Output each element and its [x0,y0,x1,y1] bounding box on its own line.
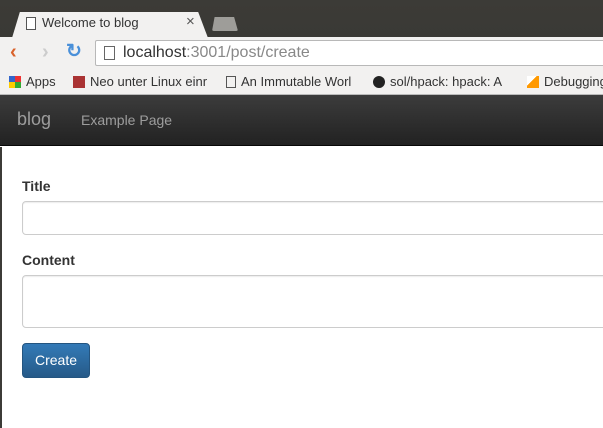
page-icon [226,75,236,88]
create-button[interactable]: Create [22,343,90,378]
bookmark-label: sol/hpack: hpack: A [390,74,503,89]
back-button[interactable]: ‹ [10,41,17,64]
page-icon [104,46,115,60]
bookmark-neo[interactable]: Neo unter Linux einr [73,74,212,89]
site-navbar: blog Example Page [0,95,603,146]
forward-button[interactable]: › [42,41,49,64]
content-textarea[interactable] [22,275,603,328]
close-tab-icon[interactable]: × [186,13,195,30]
url-text: localhost:3001/post/create [123,44,310,62]
content-label: Content [22,252,75,268]
apps-grid-icon [9,75,21,88]
post-form: Title Content Create [0,147,603,428]
url-path: :3001/post/create [186,44,310,61]
debug-icon [527,75,539,88]
brand-link[interactable]: blog [17,109,51,130]
tab-title: Welcome to blog [42,15,139,30]
bookmarks-bar: Apps Neo unter Linux einr An Immutable W… [0,69,603,95]
title-label: Title [22,178,51,194]
neo-icon [73,75,85,88]
page-icon [26,17,36,30]
nav-link-example-page[interactable]: Example Page [81,112,172,128]
github-icon [373,75,385,88]
reload-button[interactable]: ↻ [66,40,82,63]
bookmark-hpack[interactable]: sol/hpack: hpack: A [373,74,505,89]
bookmark-debugging[interactable]: Debugging [527,74,603,89]
title-input[interactable] [22,201,603,235]
new-tab-button[interactable] [212,17,238,31]
address-bar[interactable]: localhost:3001/post/create [95,40,603,66]
bookmark-label: Apps [26,74,56,89]
url-host: localhost [123,44,187,61]
bookmark-label: Debugging [544,74,603,89]
bookmark-immutable[interactable]: An Immutable Worl [226,74,371,89]
bookmark-label: An Immutable Worl [241,74,352,89]
bookmark-label: Neo unter Linux einr [90,74,208,89]
bookmark-apps[interactable]: Apps [9,74,56,89]
browser-toolbar: ‹ › ↻ localhost:3001/post/create [0,37,603,69]
browser-titlebar: Welcome to blog × [0,0,603,37]
